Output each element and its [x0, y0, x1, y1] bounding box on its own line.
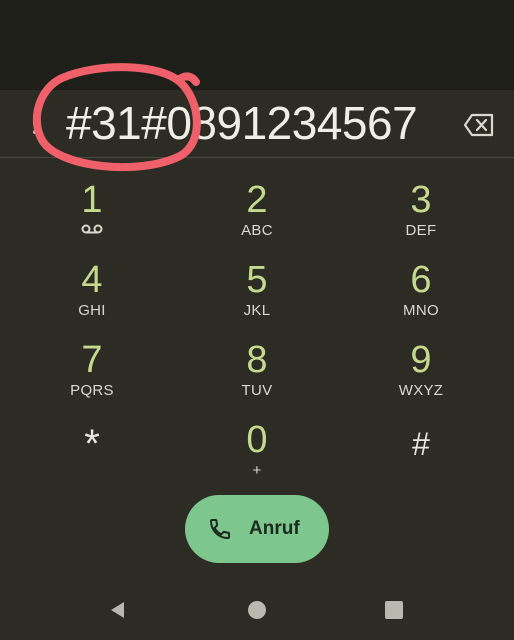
key-digit: 1 — [81, 179, 103, 221]
key-digit: 5 — [246, 259, 268, 301]
key-digit: 6 — [410, 259, 432, 301]
key-5[interactable]: 5 JKL — [192, 258, 322, 332]
status-area — [0, 0, 514, 90]
recents-square-icon[interactable] — [382, 598, 406, 622]
key-letters: ABC — [241, 222, 273, 239]
key-digit: 2 — [246, 179, 268, 221]
home-circle-icon[interactable] — [245, 598, 269, 622]
key-letters: GHI — [78, 302, 106, 319]
key-digit: # — [412, 426, 430, 462]
key-letters: JKL — [243, 302, 271, 319]
call-button-label: Anruf — [249, 518, 300, 539]
phone-icon — [210, 519, 230, 539]
navigation-bar — [0, 580, 514, 640]
key-letters: PQRS — [70, 382, 114, 399]
key-hash[interactable]: # — [356, 422, 486, 496]
key-letters: + — [252, 462, 262, 479]
dialed-number[interactable]: #31#0891234567 — [66, 95, 456, 151]
key-1[interactable]: 1 — [27, 178, 157, 252]
key-letters: MNO — [403, 302, 439, 319]
key-8[interactable]: 8 TUV — [192, 338, 322, 412]
key-digit: 4 — [81, 259, 103, 301]
key-0[interactable]: 0 + — [192, 418, 322, 492]
key-star[interactable]: * — [27, 422, 157, 496]
key-6[interactable]: 6 MNO — [356, 258, 486, 332]
key-digit: 3 — [410, 179, 432, 221]
key-2[interactable]: 2 ABC — [192, 178, 322, 252]
key-9[interactable]: 9 WXYZ — [356, 338, 486, 412]
key-digit: 9 — [410, 339, 432, 381]
key-digit: 0 — [246, 419, 268, 461]
back-triangle-icon[interactable] — [106, 598, 130, 622]
overflow-menu-icon[interactable] — [31, 114, 39, 136]
key-letters: WXYZ — [398, 382, 444, 399]
call-button[interactable]: Anruf — [185, 495, 329, 563]
key-letters: DEF — [405, 222, 437, 239]
key-letters: TUV — [241, 382, 273, 399]
key-4[interactable]: 4 GHI — [27, 258, 157, 332]
key-3[interactable]: 3 DEF — [356, 178, 486, 252]
backspace-icon[interactable] — [463, 112, 495, 138]
key-digit: 8 — [246, 339, 268, 381]
voicemail-icon — [81, 224, 103, 234]
divider — [0, 157, 514, 158]
key-digit: 7 — [81, 339, 103, 381]
key-digit: * — [84, 422, 100, 466]
key-7[interactable]: 7 PQRS — [27, 338, 157, 412]
